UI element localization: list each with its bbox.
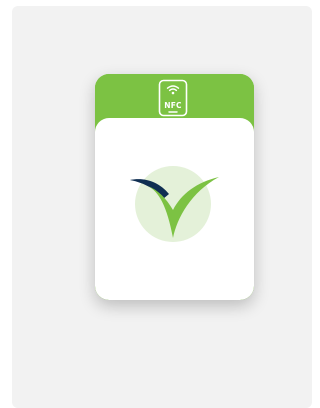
nfc-label: NFC [164, 101, 182, 110]
green-check-logo-icon [129, 162, 221, 244]
nfc-phone-icon: NFC [158, 79, 188, 117]
nfc-card[interactable]: NFC [95, 74, 254, 300]
background-panel: NFC [12, 6, 312, 408]
nfc-phone-icon-graphic [158, 79, 188, 117]
logo-graphic [130, 166, 219, 242]
